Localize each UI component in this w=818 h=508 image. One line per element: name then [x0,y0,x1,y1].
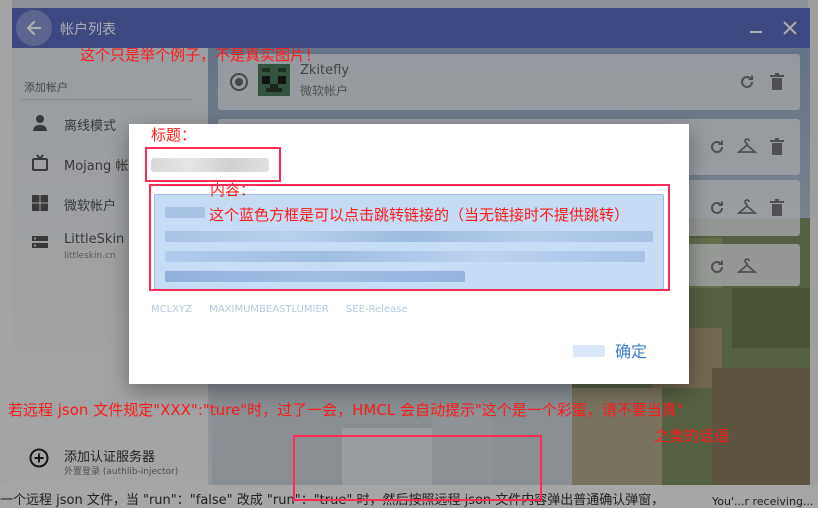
annotation-top: 这个只是举个例子，不是真实图片！ [80,46,321,64]
ok-button[interactable]: 确定 [615,338,647,362]
annotation-bottom-box [293,435,542,501]
annotation-title-box [145,147,281,182]
dialog-links: MCLXYZ MAXIMUMBEASTLUMIER SEE-Release [151,304,422,315]
dialog-link[interactable]: SEE-Release [346,304,408,315]
annotation-title-label: 标题： [151,126,197,144]
dialog-link[interactable]: MAXIMUMBEASTLUMIER [209,304,329,315]
dialog-link[interactable]: MCLXYZ [151,304,192,315]
annotation-content-note: 这个蓝色方框是可以点击跳转链接的（当无链接时不提供跳转） [209,206,630,224]
annotation-bottom-line1: 若远程 json 文件规定"XXX":"ture"时，过了一会，HMCL 会自动… [8,401,684,419]
secondary-button-blurred[interactable] [573,345,605,357]
annotation-content-box [149,184,670,291]
annotation-bottom-line2: 之类的话语 [654,427,730,445]
